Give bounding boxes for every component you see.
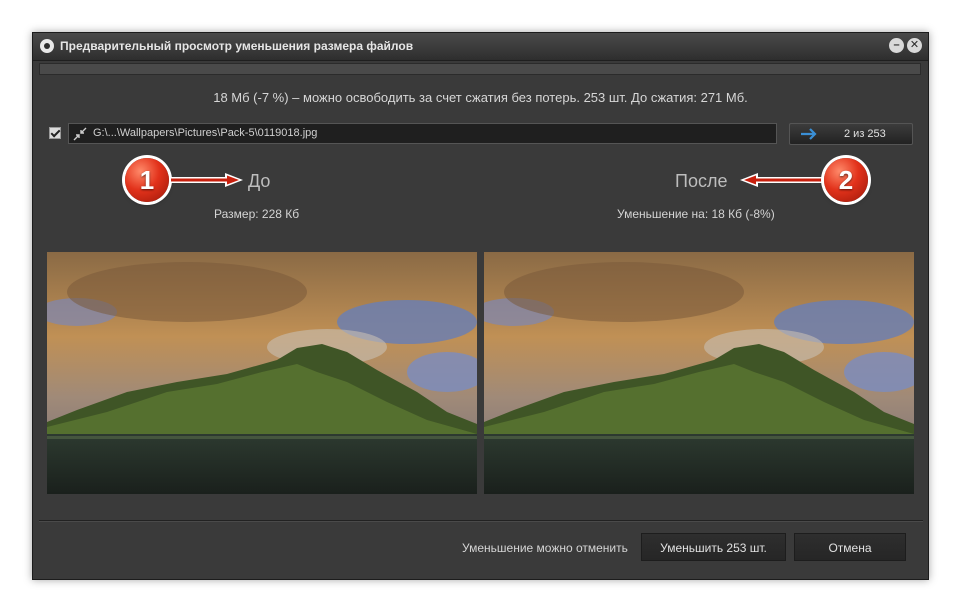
- file-path-combobox[interactable]: G:\...\Wallpapers\Pictures\Pack-5\011901…: [68, 123, 808, 144]
- footer-divider: [39, 520, 923, 521]
- callout-arrow-left-icon: [740, 173, 822, 187]
- compress-icon: [73, 127, 87, 141]
- progress-strip: [39, 63, 921, 75]
- before-size-text: Размер: 228 Кб: [214, 207, 300, 221]
- arrow-right-icon: [801, 128, 817, 140]
- next-file-button[interactable]: 2 из 253: [789, 123, 913, 145]
- after-size-text: Уменьшение на: 18 Кб (-8%): [617, 207, 775, 221]
- callout-arrow-right-icon: [171, 173, 243, 187]
- title-bar[interactable]: Предварительный просмотр уменьшения разм…: [33, 33, 928, 61]
- after-image: [484, 252, 914, 494]
- window-title: Предварительный просмотр уменьшения разм…: [60, 39, 414, 53]
- file-checkbox[interactable]: [49, 127, 61, 139]
- cancel-button[interactable]: Отмена: [794, 533, 906, 561]
- callout-marker-2: 2: [824, 158, 868, 202]
- preview-dialog: Предварительный просмотр уменьшения разм…: [32, 32, 929, 580]
- file-path-text: G:\...\Wallpapers\Pictures\Pack-5\011901…: [93, 127, 318, 139]
- file-counter: 2 из 253: [844, 128, 886, 140]
- undo-note-text: Уменьшение можно отменить: [462, 541, 628, 555]
- app-logo-icon: [40, 39, 54, 53]
- close-icon[interactable]: ✕: [907, 38, 922, 53]
- after-label: После: [675, 171, 728, 191]
- reduce-files-button[interactable]: Уменьшить 253 шт.: [641, 533, 786, 561]
- minimize-icon[interactable]: –: [889, 38, 904, 53]
- summary-text: 18 Мб (-7 %) – можно освободить за счет …: [213, 90, 748, 105]
- callout-marker-1: 1: [125, 158, 169, 202]
- before-label: До: [248, 171, 271, 191]
- before-image: [47, 252, 477, 494]
